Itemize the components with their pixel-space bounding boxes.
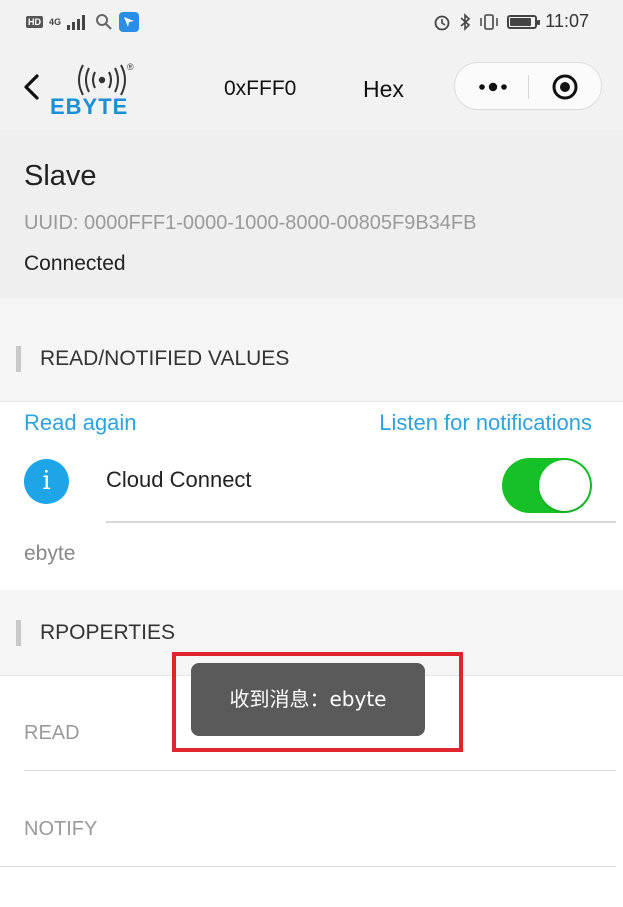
property-notify: NOTIFY (24, 818, 98, 840)
info-icon: i (24, 459, 69, 504)
miniprogram-capsule (454, 62, 602, 110)
registered-mark: ® (127, 62, 134, 72)
status-left: HD 4G (26, 12, 140, 32)
bottom-divider (0, 866, 616, 867)
values-section-title: READ/NOTIFIED VALUES (40, 347, 290, 370)
clock: 11:07 (545, 11, 589, 31)
section-spacer (0, 298, 623, 316)
highlight-annotation-box (172, 652, 463, 752)
search-icon (96, 14, 112, 30)
hex-mode-toggle[interactable]: Hex (363, 76, 404, 103)
section-marker (16, 346, 21, 372)
battery-icon (507, 14, 541, 29)
more-dots-icon[interactable] (475, 76, 511, 98)
cloud-connect-label: Cloud Connect (106, 467, 252, 492)
device-header: Slave UUID: 0000FFF1-0000-1000-8000-0080… (0, 130, 623, 298)
signal-icon (67, 15, 86, 30)
app-notification-icon (119, 12, 140, 32)
close-target-icon[interactable] (551, 73, 579, 101)
cloud-connect-switch[interactable] (502, 458, 592, 513)
read-again-link[interactable]: Read again (24, 410, 137, 436)
properties-section-title: RPOPERTIES (40, 621, 175, 644)
section-marker (16, 620, 21, 646)
values-section-header: READ/NOTIFIED VALUES (0, 316, 623, 402)
status-right: 11:07 (433, 11, 589, 32)
page-title: 0xFFF0 (224, 77, 297, 100)
property-read: READ (24, 722, 80, 744)
hd-badge: HD (26, 16, 43, 28)
property-divider (24, 770, 616, 771)
received-value: ebyte (24, 542, 76, 565)
nav-bar: ® EBYTE 0xFFF0 Hex (0, 46, 623, 130)
cell-divider (106, 521, 616, 523)
switch-knob (539, 460, 590, 511)
bluetooth-icon (460, 12, 471, 31)
brand-name: EBYTE (50, 94, 129, 119)
alarm-icon (434, 15, 450, 30)
device-uuid: UUID: 0000FFF1-0000-1000-8000-00805F9B34… (24, 212, 477, 234)
network-label: 4G (49, 16, 62, 27)
device-name: Slave (24, 160, 97, 192)
vibrate-icon (480, 13, 499, 30)
battery-level (510, 17, 531, 26)
status-bar: HD 4G 11:07 (0, 0, 623, 46)
listen-notifications-link[interactable]: Listen for notifications (379, 410, 592, 436)
connection-status: Connected (24, 252, 126, 275)
back-arrow-icon[interactable] (18, 72, 48, 102)
capsule-divider (528, 75, 529, 99)
